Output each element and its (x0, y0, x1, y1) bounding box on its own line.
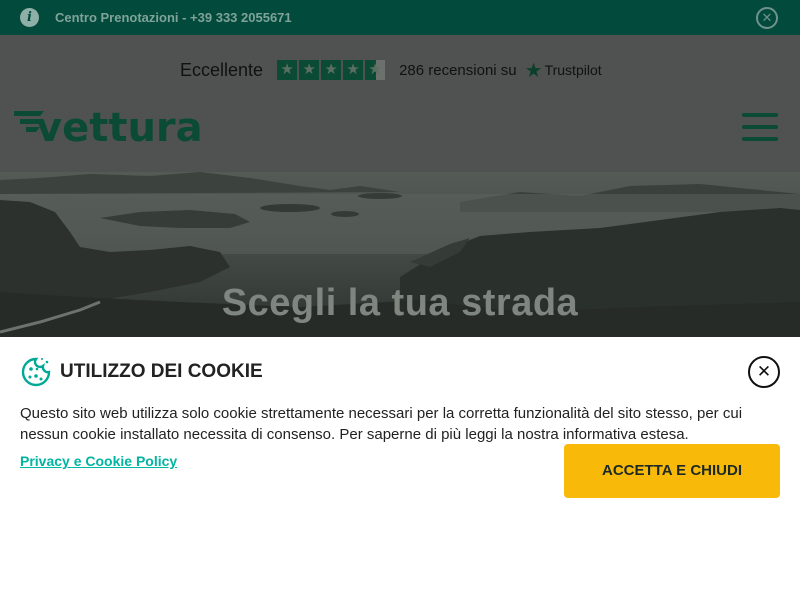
top-info-bar: i Centro Prenotazioni - +39 333 2055671 … (0, 0, 800, 35)
cookie-banner-title: UTILIZZO DEI COOKIE (60, 361, 263, 382)
trustpilot-rating-label: Eccellente (180, 59, 264, 80)
trustpilot-logo: ★ Trustpilot (525, 58, 602, 83)
cookie-description: Questo sito web utilizza solo cookie str… (20, 405, 743, 443)
hero-banner: Scegli la tua strada (0, 172, 800, 337)
trustpilot-brand-text: Trustpilot (544, 62, 602, 78)
cookie-banner: UTILIZZO DEI COOKIE ✕ Questo sito web ut… (0, 337, 800, 600)
star-icon: ★ (321, 60, 342, 80)
logo-wordmark: vettura (36, 107, 203, 147)
site-header: Eccellente ★ ★ ★ ★ ★ 286 recensioni su ★… (0, 35, 800, 172)
hero-title: Scegli la tua strada (221, 282, 579, 324)
vettura-logo[interactable]: vettura (14, 107, 228, 147)
half-star-icon: ★ (365, 60, 386, 80)
star-icon: ★ (343, 60, 364, 80)
star-icon: ★ (299, 60, 320, 80)
trustpilot-review-count: 286 recensioni su (399, 61, 517, 79)
topbar-close-icon[interactable]: ✕ (756, 7, 778, 29)
star-icon: ★ (277, 60, 298, 80)
trustpilot-widget[interactable]: Eccellente ★ ★ ★ ★ ★ 286 recensioni su ★… (180, 58, 602, 83)
hamburger-menu-icon[interactable] (742, 113, 778, 141)
trustpilot-stars: ★ ★ ★ ★ ★ (277, 60, 386, 80)
privacy-cookie-policy-link[interactable]: Privacy e Cookie Policy (20, 453, 177, 469)
cookie-icon (21, 357, 51, 387)
trustpilot-star-icon: ★ (524, 59, 543, 82)
cookie-close-button[interactable]: ✕ (748, 356, 780, 388)
info-icon: i (20, 8, 39, 27)
booking-center-text[interactable]: Centro Prenotazioni - +39 333 2055671 (55, 10, 292, 25)
accept-and-close-button[interactable]: ACCETTA E CHIUDI (564, 444, 780, 498)
